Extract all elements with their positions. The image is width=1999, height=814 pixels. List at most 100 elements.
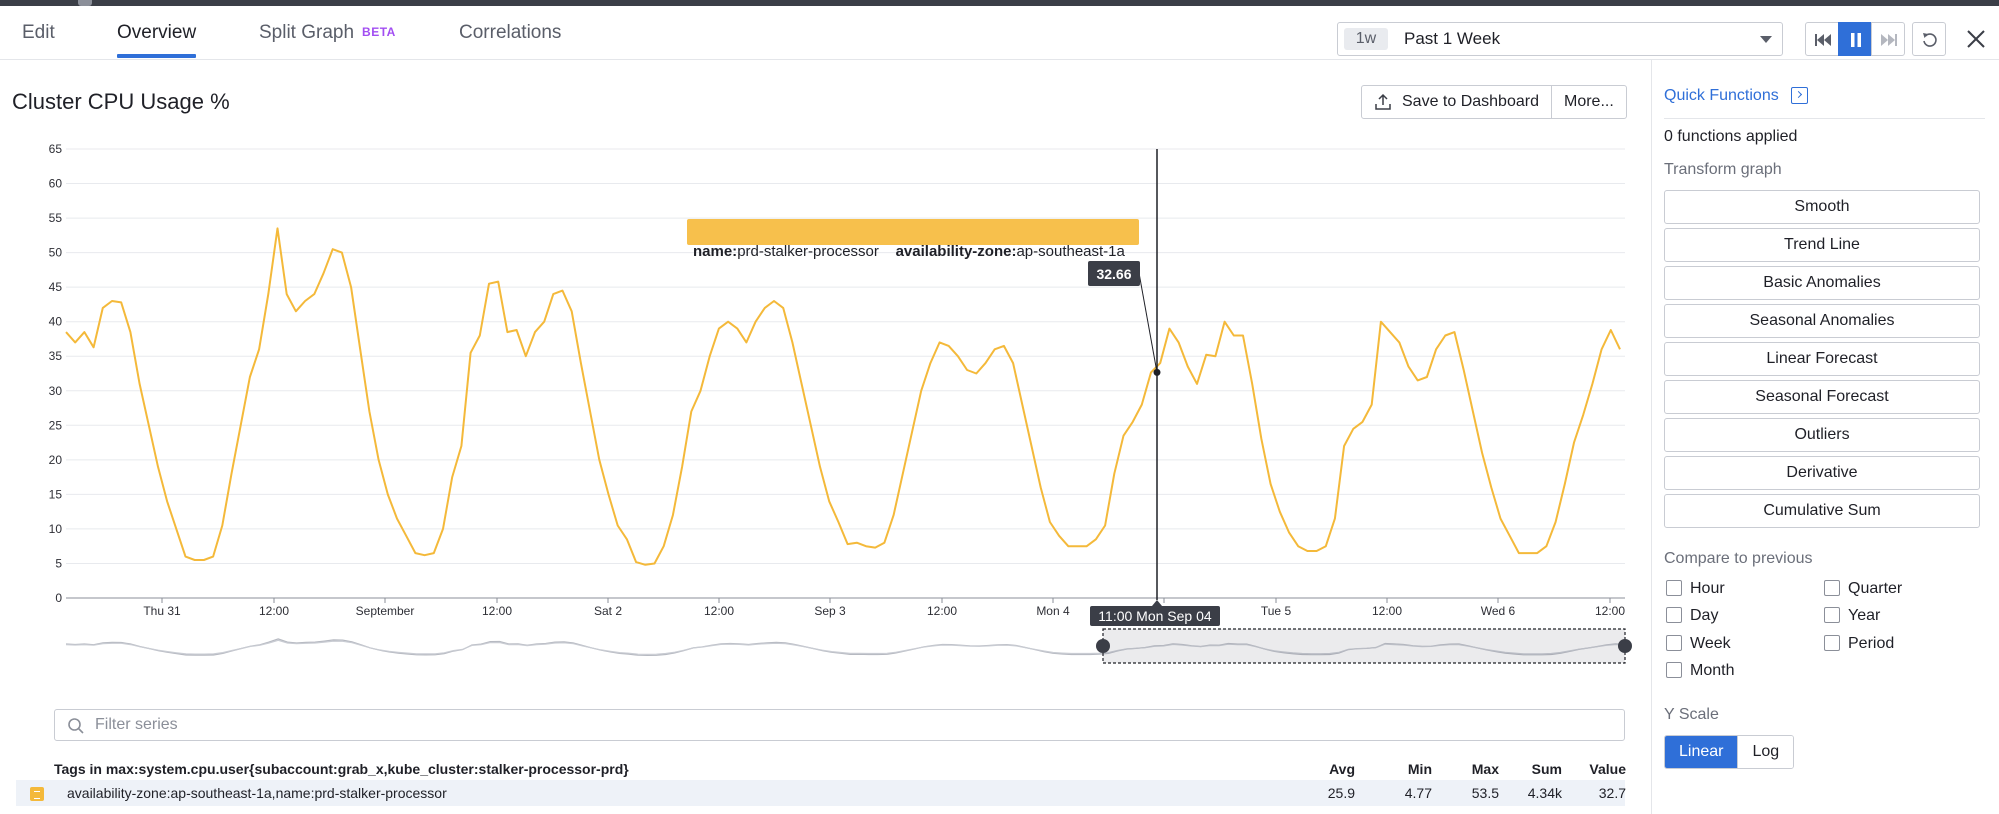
transform-graph-label: Transform graph (1664, 161, 1782, 178)
tab-correlations[interactable]: Correlations (459, 22, 561, 44)
x-tick-label: September (356, 604, 415, 618)
tooltip-tag-part: name: (693, 243, 737, 260)
active-tab-indicator (117, 54, 197, 58)
derivative-button[interactable]: Derivative (1664, 456, 1980, 490)
reset-icon (1923, 33, 1937, 47)
compare-period-checkbox[interactable]: Period (1824, 635, 1894, 653)
checkbox-box (1666, 607, 1682, 623)
fast-forward-button[interactable] (1871, 22, 1905, 56)
compare-hour-label: Hour (1690, 580, 1725, 597)
col-sum: Sum (1531, 761, 1562, 777)
tab-split-graph[interactable]: Split Graph BETA (259, 22, 396, 44)
expand-panel-icon[interactable] (1791, 87, 1808, 104)
tab-edit[interactable]: Edit (22, 22, 55, 44)
more-button[interactable]: More... (1550, 86, 1626, 118)
series-max: 53.5 (1471, 785, 1499, 801)
table-row[interactable]: availability-zone:ap-southeast-1a,name:p… (16, 780, 1626, 806)
compare-day-checkbox[interactable]: Day (1666, 607, 1718, 625)
upload-icon (1375, 93, 1391, 110)
graph-actions: Save to Dashboard More... (1361, 85, 1627, 119)
compare-year-label: Year (1848, 607, 1881, 624)
hover-point (1153, 368, 1161, 376)
col-value: Value (1589, 761, 1626, 777)
tab-overview-label: Overview (117, 22, 197, 43)
checkbox-box (1666, 580, 1682, 596)
hover-time-label: 11:00 Mon Sep 04 (1098, 608, 1212, 624)
panel-divider (1664, 118, 1985, 119)
hover-time-pointer (1152, 600, 1162, 606)
close-icon[interactable] (1963, 26, 1989, 52)
cumulative-sum-button[interactable]: Cumulative Sum (1664, 494, 1980, 528)
y-tick-label: 10 (49, 522, 63, 536)
compare-quarter-label: Quarter (1848, 580, 1903, 597)
time-range-selector[interactable]: 1w Past 1 Week (1337, 22, 1783, 56)
basic-anomalies-button[interactable]: Basic Anomalies (1664, 266, 1980, 300)
smooth-button[interactable]: Smooth (1664, 190, 1980, 224)
chevron-down-icon (1760, 36, 1772, 43)
x-tick-label: Wed 6 (1481, 604, 1516, 618)
tooltip-tag-part: availability-zone: (896, 243, 1017, 260)
y-tick-label: 60 (49, 177, 63, 191)
pause-icon (1851, 33, 1861, 47)
pause-button[interactable] (1838, 22, 1872, 56)
compare-month-label: Month (1690, 662, 1735, 679)
compare-hour-checkbox[interactable]: Hour (1666, 580, 1725, 598)
seasonal-anomalies-button[interactable]: Seasonal Anomalies (1664, 304, 1980, 338)
more-label: More... (1563, 93, 1614, 110)
minimap-selection[interactable] (1102, 628, 1626, 664)
minimap-handle-right[interactable] (1618, 639, 1632, 653)
y-tick-label: 25 (49, 418, 63, 432)
x-tick-label: 12:00 (927, 604, 957, 618)
y-scale-toggle: Linear Log (1664, 735, 1795, 769)
series-min: 4.77 (1404, 785, 1432, 801)
compare-year-checkbox[interactable]: Year (1824, 607, 1880, 625)
save-to-dashboard-button[interactable]: Save to Dashboard (1362, 86, 1551, 118)
x-tick-label: Sep 3 (814, 604, 846, 618)
cpu-usage-chart[interactable]: 0 5 10 15 20 25 30 35 40 45 50 55 60 65 Thu 31 12:00 Sep… (0, 130, 1640, 670)
col-min: Min (1407, 761, 1432, 777)
tooltip-tags: name:prd-stalker-processor availability-… (693, 243, 1126, 260)
checkbox-box (1666, 635, 1682, 651)
series-value: 32.7 (1598, 785, 1626, 801)
y-tick-label: 55 (49, 211, 63, 225)
time-range-label: Past 1 Week (1404, 29, 1501, 48)
x-tick-label: 12:00 (1595, 604, 1625, 618)
linear-forecast-button[interactable]: Linear Forecast (1664, 342, 1980, 376)
quick-functions-link[interactable]: Quick Functions (1664, 87, 1779, 105)
y-tick-label: 5 (55, 556, 62, 570)
tab-bar: Edit Overview Split Graph BETA Correlatio… (0, 6, 1999, 60)
checkbox-box (1824, 607, 1840, 623)
y-scale-log-button[interactable]: Log (1737, 736, 1794, 768)
y-tick-label: 45 (49, 280, 63, 294)
x-tick-label: 12:00 (1372, 604, 1402, 618)
compare-month-checkbox[interactable]: Month (1666, 662, 1734, 680)
rewind-button[interactable] (1805, 22, 1839, 56)
filter-series-input[interactable] (95, 714, 1595, 736)
compare-quarter-checkbox[interactable]: Quarter (1824, 580, 1902, 598)
y-scale-label: Y Scale (1664, 706, 1719, 723)
checkbox-box (1824, 635, 1840, 651)
x-tick-label: Thu 31 (143, 604, 181, 618)
y-scale-linear-button[interactable]: Linear (1665, 736, 1738, 768)
functions-applied-text: 0 functions applied (1664, 128, 1798, 145)
series-table-header: Tags in max:system.cpu.user{subaccount:g… (54, 761, 1626, 777)
compare-day-label: Day (1690, 607, 1719, 624)
y-tick-label: 30 (49, 384, 63, 398)
minimap-handle-left[interactable] (1096, 639, 1110, 653)
quick-functions-panel: Quick Functions 0 functions applied Tran… (1651, 60, 1999, 814)
x-tick-label: 12:00 (704, 604, 734, 618)
series-table-query: Tags in max:system.cpu.user{subaccount:g… (54, 761, 629, 777)
compare-to-previous-label: Compare to previous (1664, 550, 1813, 567)
seasonal-forecast-button[interactable]: Seasonal Forecast (1664, 380, 1980, 414)
compare-period-label: Period (1848, 635, 1895, 652)
y-tick-label: 15 (49, 487, 63, 501)
rewind-icon (1815, 34, 1831, 46)
y-tick-label: 0 (55, 591, 62, 605)
tab-overview[interactable]: Overview (117, 22, 197, 58)
trend-line-button[interactable]: Trend Line (1664, 228, 1980, 262)
series-line[interactable] (65, 227, 1621, 566)
outliers-button[interactable]: Outliers (1664, 418, 1980, 452)
compare-week-checkbox[interactable]: Week (1666, 635, 1731, 653)
series-name: availability-zone:ap-southeast-1a,name:p… (67, 785, 447, 801)
reset-button[interactable] (1912, 22, 1946, 56)
